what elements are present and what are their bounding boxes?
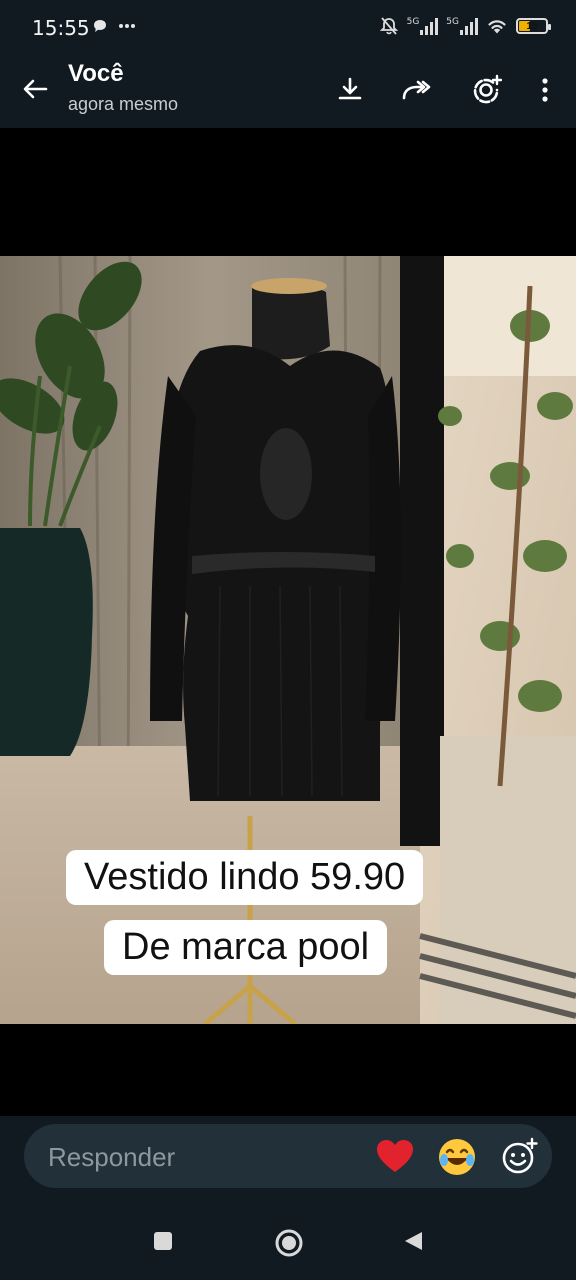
status-bar: 15:55 5G 5G 15 xyxy=(0,0,576,56)
back-nav-icon[interactable] xyxy=(402,1230,424,1252)
add-emoji-icon[interactable] xyxy=(498,1136,540,1178)
status-time: 15:55 xyxy=(32,16,90,40)
status-viewer-header: Você agora mesmo xyxy=(0,56,576,128)
caption-line-1: Vestido lindo 59.90 xyxy=(66,850,424,905)
heart-icon[interactable] xyxy=(374,1136,416,1178)
contact-name: Você xyxy=(68,60,124,87)
more-dots-icon xyxy=(119,24,135,28)
signal-icon xyxy=(460,17,478,35)
status-time-ago: agora mesmo xyxy=(68,94,179,114)
reply-input[interactable] xyxy=(46,1124,350,1190)
network-type-2: 5G xyxy=(446,17,459,27)
battery-icon: 15 xyxy=(516,18,551,34)
status-photo[interactable]: Vestido lindo 59.90 De marca pool xyxy=(0,256,576,1024)
recents-icon[interactable] xyxy=(152,1230,174,1252)
chat-bubble-icon xyxy=(94,20,106,32)
wifi-icon xyxy=(488,20,506,34)
mute-icon xyxy=(379,17,398,35)
laughing-emoji-icon[interactable] xyxy=(436,1136,478,1178)
more-vert-icon[interactable] xyxy=(529,74,561,106)
signal-icon xyxy=(420,17,439,35)
dress-photo xyxy=(0,256,576,1024)
status-add-icon[interactable] xyxy=(470,74,502,106)
home-icon[interactable] xyxy=(274,1228,304,1258)
reply-field-container[interactable] xyxy=(24,1124,552,1190)
network-type-1: 5G xyxy=(406,17,420,27)
back-arrow-icon[interactable] xyxy=(20,74,50,104)
system-nav-bar xyxy=(0,1208,576,1280)
forward-icon[interactable] xyxy=(400,74,432,106)
download-icon[interactable] xyxy=(334,74,366,106)
reply-bar xyxy=(0,1116,576,1208)
battery-level: 15 xyxy=(526,20,538,32)
caption-line-2: De marca pool xyxy=(104,920,388,975)
